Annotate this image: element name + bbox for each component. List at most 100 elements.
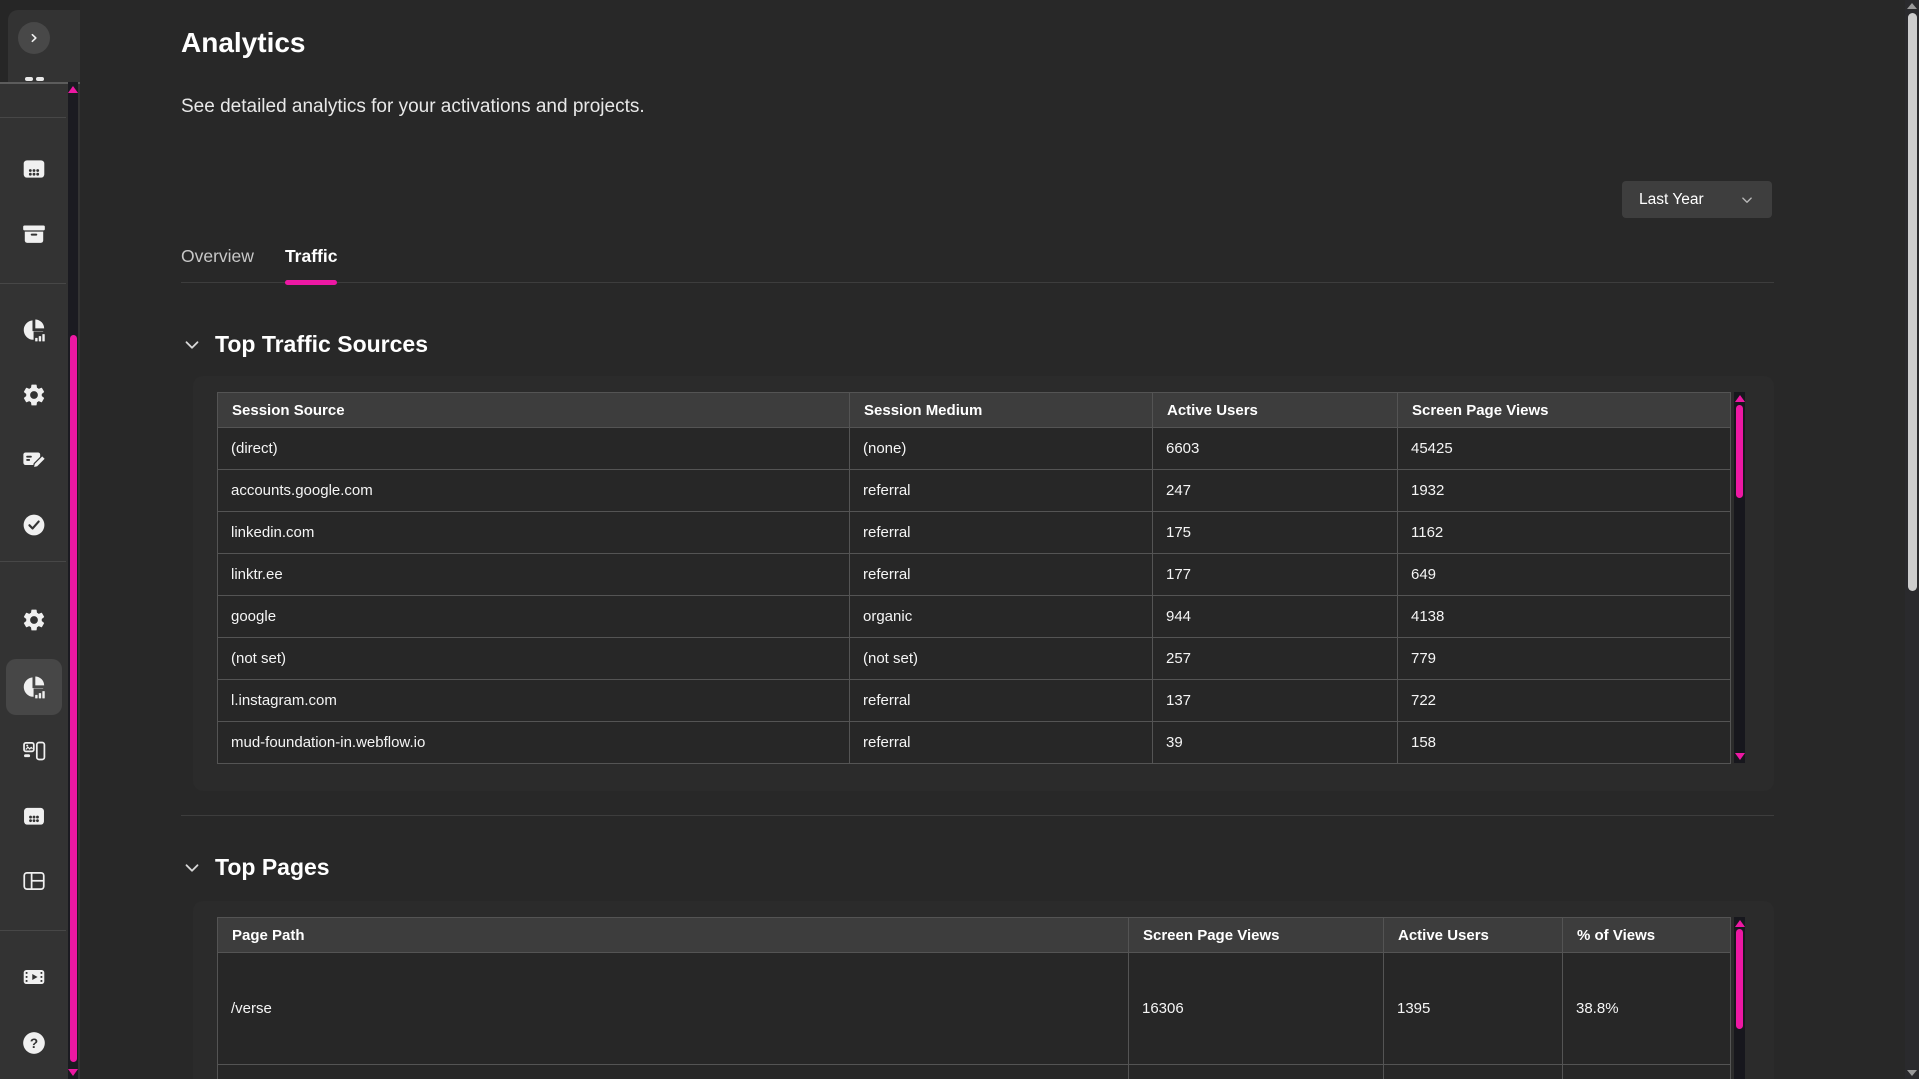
scroll-up-arrow[interactable] bbox=[68, 86, 78, 93]
partial-icon bbox=[36, 77, 44, 81]
sidebar-item-layout[interactable] bbox=[10, 857, 58, 905]
table-cell: (direct) bbox=[218, 428, 850, 470]
calendar-icon bbox=[21, 803, 47, 829]
sidebar-item-settings[interactable] bbox=[10, 371, 58, 419]
main-content: Analytics See detailed analytics for you… bbox=[80, 0, 1905, 1079]
table-cell: 177 bbox=[1153, 554, 1398, 596]
section-divider bbox=[181, 815, 1774, 816]
sidebar: ? bbox=[0, 0, 80, 1079]
sidebar-scrollbar[interactable] bbox=[68, 82, 78, 1079]
table-cell: 45425 bbox=[1398, 428, 1731, 470]
tab-overview[interactable]: Overview bbox=[181, 246, 254, 282]
table-cell: /verse.html bbox=[218, 1064, 1129, 1079]
window-scrollbar[interactable] bbox=[1905, 0, 1919, 1079]
table-cell: 1932 bbox=[1398, 470, 1731, 512]
column-header: Screen Page Views bbox=[1129, 918, 1384, 953]
table-cell: 779 bbox=[1398, 638, 1731, 680]
column-header: % of Views bbox=[1563, 918, 1731, 953]
sidebar-item-calendar[interactable] bbox=[10, 792, 58, 840]
tab-bar: Overview Traffic bbox=[181, 246, 1774, 283]
scroll-up-arrow[interactable] bbox=[1735, 395, 1745, 402]
section-title: Top Traffic Sources bbox=[215, 331, 428, 358]
sidebar-item-devices[interactable] bbox=[10, 727, 58, 775]
column-header: Page Path bbox=[218, 918, 1129, 953]
table-cell: mud-foundation-in.webflow.io bbox=[218, 722, 850, 764]
sidebar-toggle-button[interactable] bbox=[18, 22, 50, 54]
sidebar-item-help[interactable]: ? bbox=[10, 1019, 58, 1067]
table-row: googleorganic9444138 bbox=[218, 596, 1731, 638]
sidebar-item-analytics[interactable] bbox=[10, 306, 58, 354]
table-cell: linkedin.com bbox=[218, 512, 850, 554]
table-header-row: Page PathScreen Page ViewsActive Users% … bbox=[218, 918, 1731, 953]
table-cell: 4138 bbox=[1398, 596, 1731, 638]
table-cell: 247 bbox=[1153, 470, 1398, 512]
scrollbar-thumb[interactable] bbox=[1736, 405, 1743, 498]
table-cell: linktr.ee bbox=[218, 554, 850, 596]
scroll-down-arrow[interactable] bbox=[1907, 1070, 1917, 1076]
gear-icon bbox=[21, 382, 47, 408]
video-icon bbox=[21, 964, 47, 990]
table-cell: 137 bbox=[1153, 680, 1398, 722]
page-title: Analytics bbox=[181, 27, 306, 59]
table-cell: 175 bbox=[1153, 512, 1398, 554]
section-header-top-pages[interactable]: Top Pages bbox=[181, 854, 330, 881]
sidebar-item-settings-2[interactable] bbox=[10, 596, 58, 644]
section-header-top-traffic-sources[interactable]: Top Traffic Sources bbox=[181, 331, 428, 358]
scrollbar-thumb[interactable] bbox=[1908, 13, 1917, 591]
table-cell: 158 bbox=[1398, 722, 1731, 764]
tab-traffic[interactable]: Traffic bbox=[285, 246, 338, 282]
section-title: Top Pages bbox=[215, 854, 330, 881]
sidebar-item-tasks[interactable] bbox=[10, 501, 58, 549]
question-circle-icon: ? bbox=[21, 1030, 47, 1056]
date-range-value: Last Year bbox=[1639, 191, 1704, 209]
table-cell: 944 bbox=[1153, 596, 1398, 638]
scrollbar-thumb[interactable] bbox=[70, 335, 77, 1062]
chevron-down-icon bbox=[1738, 191, 1756, 209]
gear-icon bbox=[21, 607, 47, 633]
devices-icon bbox=[21, 738, 47, 764]
chevron-right-icon bbox=[24, 28, 44, 48]
table-scrollbar[interactable] bbox=[1734, 917, 1745, 1079]
scrollbar-thumb[interactable] bbox=[1736, 929, 1743, 1029]
app-window: ? Analytics See detailed analytics for y… bbox=[0, 0, 1919, 1079]
sidebar-divider bbox=[0, 930, 66, 931]
table-row: accounts.google.comreferral2471932 bbox=[218, 470, 1731, 512]
sidebar-divider bbox=[0, 561, 66, 562]
sidebar-item-media[interactable] bbox=[10, 953, 58, 1001]
check-circle-icon bbox=[21, 512, 47, 538]
top-pages-table: Page PathScreen Page ViewsActive Users% … bbox=[217, 917, 1731, 1079]
archive-box-icon bbox=[21, 221, 47, 247]
chevron-down-icon bbox=[181, 857, 203, 879]
table-cell: referral bbox=[850, 554, 1153, 596]
table-scrollbar[interactable] bbox=[1734, 392, 1745, 763]
table-row: (not set)(not set)257779 bbox=[218, 638, 1731, 680]
table-cell: /verse bbox=[218, 953, 1129, 1065]
partial-icon bbox=[25, 77, 33, 81]
sidebar-divider bbox=[0, 117, 66, 118]
table-row: /verse.html9884240.7% bbox=[218, 1064, 1731, 1079]
scroll-down-arrow[interactable] bbox=[1735, 753, 1745, 760]
table-cell: 1395 bbox=[1384, 953, 1563, 1065]
sidebar-item-grid[interactable] bbox=[10, 145, 58, 193]
traffic-sources-card: Session SourceSession MediumActive Users… bbox=[193, 376, 1774, 791]
table-cell: 9884 bbox=[1129, 1064, 1384, 1079]
sidebar-item-content[interactable] bbox=[10, 435, 58, 483]
table-cell: 16306 bbox=[1129, 953, 1384, 1065]
scroll-up-arrow[interactable] bbox=[1735, 920, 1745, 927]
table-row: linkedin.comreferral1751162 bbox=[218, 512, 1731, 554]
pie-chart-icon bbox=[21, 674, 47, 700]
sidebar-item-archive[interactable] bbox=[10, 210, 58, 258]
sidebar-item-analytics-active[interactable] bbox=[6, 659, 62, 715]
scroll-up-arrow[interactable] bbox=[1907, 3, 1917, 9]
pie-chart-icon bbox=[21, 317, 47, 343]
layout-panels-icon bbox=[21, 868, 47, 894]
column-header: Screen Page Views bbox=[1398, 393, 1731, 428]
traffic-sources-table: Session SourceSession MediumActive Users… bbox=[217, 392, 1731, 764]
scroll-down-arrow[interactable] bbox=[68, 1069, 78, 1076]
table-cell: 257 bbox=[1153, 638, 1398, 680]
table-cell: referral bbox=[850, 470, 1153, 512]
svg-text:?: ? bbox=[30, 1036, 38, 1051]
table-cell: l.instagram.com bbox=[218, 680, 850, 722]
date-range-dropdown[interactable]: Last Year bbox=[1622, 181, 1772, 218]
table-cell: 722 bbox=[1398, 680, 1731, 722]
